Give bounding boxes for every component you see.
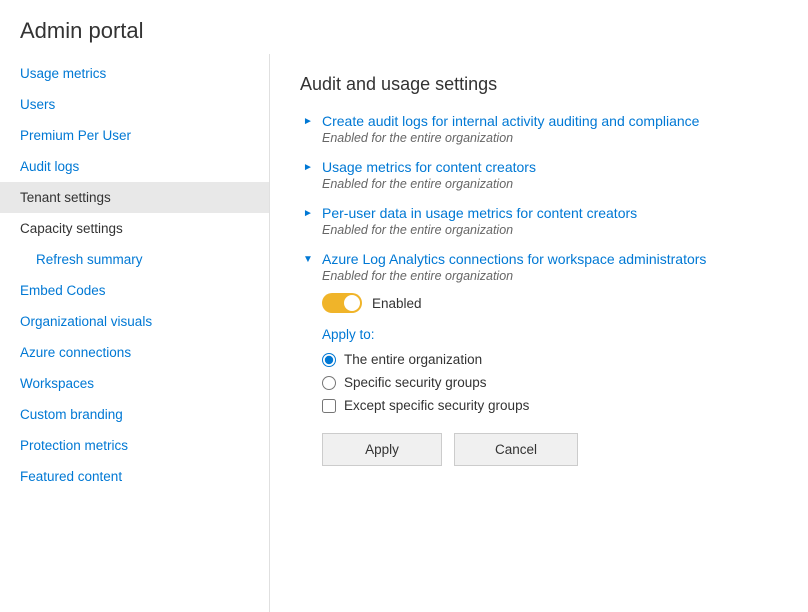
content-area: Audit and usage settings ► Create audit …	[270, 54, 808, 612]
chevron-down-icon-4: ▼	[300, 251, 316, 267]
setting-header-per-user-data[interactable]: ► Per-user data in usage metrics for con…	[300, 205, 778, 221]
checkbox-except-groups[interactable]	[322, 399, 336, 413]
radio-specific-groups[interactable]	[322, 376, 336, 390]
checkbox-except-row: Except specific security groups	[322, 398, 778, 413]
radio-entire-org-label[interactable]: The entire organization	[344, 352, 482, 367]
setting-header-create-audit-logs[interactable]: ► Create audit logs for internal activit…	[300, 113, 778, 129]
radio-specific-groups-label[interactable]: Specific security groups	[344, 375, 487, 390]
section-title: Audit and usage settings	[300, 74, 778, 95]
setting-title-usage-metrics-creators: Usage metrics for content creators	[322, 159, 536, 175]
apply-button[interactable]: Apply	[322, 433, 442, 466]
setting-subtitle-usage-metrics-creators: Enabled for the entire organization	[322, 177, 778, 191]
sidebar-item-organizational-visuals[interactable]: Organizational visuals	[0, 306, 269, 337]
radio-specific-groups-row: Specific security groups	[322, 375, 778, 390]
sidebar-item-refresh-summary[interactable]: Refresh summary	[0, 244, 269, 275]
setting-expanded-azure: Enabled Apply to: The entire organizatio…	[322, 293, 778, 466]
setting-create-audit-logs: ► Create audit logs for internal activit…	[300, 113, 778, 145]
apply-to-label: Apply to:	[322, 327, 778, 342]
chevron-right-icon-2: ►	[300, 159, 316, 175]
setting-header-azure-log-analytics[interactable]: ▼ Azure Log Analytics connections for wo…	[300, 251, 778, 267]
sidebar-item-premium-per-user[interactable]: Premium Per User	[0, 120, 269, 151]
enabled-toggle[interactable]	[322, 293, 362, 313]
setting-title-azure-log-analytics: Azure Log Analytics connections for work…	[322, 251, 706, 267]
sidebar-item-embed-codes[interactable]: Embed Codes	[0, 275, 269, 306]
sidebar-item-users[interactable]: Users	[0, 89, 269, 120]
setting-subtitle-azure-log-analytics: Enabled for the entire organization	[322, 269, 778, 283]
sidebar-item-azure-connections[interactable]: Azure connections	[0, 337, 269, 368]
setting-per-user-data: ► Per-user data in usage metrics for con…	[300, 205, 778, 237]
sidebar: Usage metrics Users Premium Per User Aud…	[0, 54, 270, 612]
setting-title-create-audit-logs: Create audit logs for internal activity …	[322, 113, 699, 129]
setting-header-usage-metrics-creators[interactable]: ► Usage metrics for content creators	[300, 159, 778, 175]
sidebar-item-protection-metrics[interactable]: Protection metrics	[0, 430, 269, 461]
setting-subtitle-per-user-data: Enabled for the entire organization	[322, 223, 778, 237]
toggle-label: Enabled	[372, 296, 422, 311]
radio-entire-org[interactable]	[322, 353, 336, 367]
setting-azure-log-analytics: ▼ Azure Log Analytics connections for wo…	[300, 251, 778, 466]
page-title: Admin portal	[0, 0, 808, 54]
button-row: Apply Cancel	[322, 433, 778, 466]
sidebar-item-workspaces[interactable]: Workspaces	[0, 368, 269, 399]
sidebar-item-usage-metrics[interactable]: Usage metrics	[0, 58, 269, 89]
checkbox-except-label[interactable]: Except specific security groups	[344, 398, 529, 413]
sidebar-item-audit-logs[interactable]: Audit logs	[0, 151, 269, 182]
setting-usage-metrics-creators: ► Usage metrics for content creators Ena…	[300, 159, 778, 191]
chevron-right-icon-1: ►	[300, 113, 316, 129]
cancel-button[interactable]: Cancel	[454, 433, 578, 466]
setting-title-per-user-data: Per-user data in usage metrics for conte…	[322, 205, 637, 221]
toggle-row: Enabled	[322, 293, 778, 313]
radio-entire-org-row: The entire organization	[322, 352, 778, 367]
sidebar-item-custom-branding[interactable]: Custom branding	[0, 399, 269, 430]
sidebar-item-featured-content[interactable]: Featured content	[0, 461, 269, 492]
sidebar-item-capacity-settings[interactable]: Capacity settings	[0, 213, 269, 244]
setting-subtitle-create-audit-logs: Enabled for the entire organization	[322, 131, 778, 145]
chevron-right-icon-3: ►	[300, 205, 316, 221]
sidebar-item-tenant-settings[interactable]: Tenant settings	[0, 182, 269, 213]
